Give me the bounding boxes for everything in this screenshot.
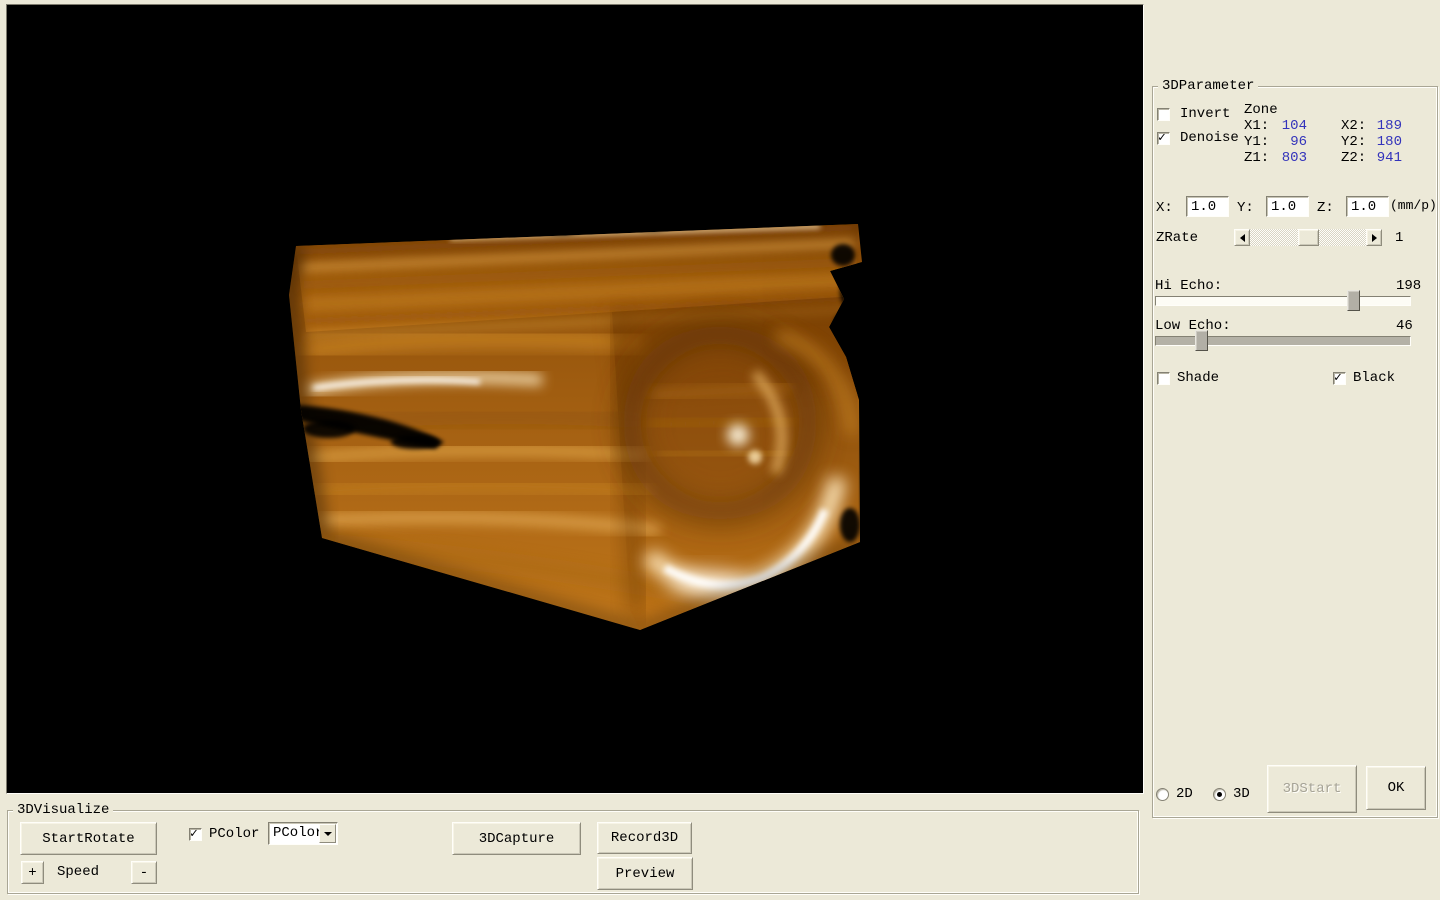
shade-checkbox[interactable] (1157, 372, 1170, 385)
low-echo-track[interactable] (1155, 336, 1411, 346)
ultrasound-volume-render (7, 5, 1143, 793)
zone-x1-label: X1: (1244, 118, 1269, 134)
low-echo-slider[interactable] (1155, 330, 1411, 352)
pcolor-dropdown[interactable]: PColor (268, 822, 338, 845)
zrate-value: 1 (1395, 230, 1403, 246)
mode-3d-radio[interactable] (1213, 788, 1226, 801)
parameter-group-title: 3DParameter (1158, 78, 1258, 94)
zone-z2-label: Z2: (1341, 150, 1366, 166)
zone-z1-value: 803 (1275, 150, 1307, 166)
pcolor-dropdown-arrow-icon[interactable] (319, 824, 336, 843)
preview-button[interactable]: Preview (597, 857, 693, 890)
denoise-label: Denoise (1180, 130, 1239, 146)
pcolor-dropdown-value: PColor (273, 825, 323, 841)
pcolor-checkbox[interactable] (189, 828, 202, 841)
hi-echo-slider[interactable] (1155, 290, 1411, 312)
y-scale-input[interactable] (1266, 196, 1309, 217)
start-rotate-button[interactable]: StartRotate (20, 822, 157, 855)
zrate-scrollbar[interactable] (1234, 229, 1382, 246)
pcolor-label: PColor (209, 826, 259, 842)
zone-x1-value: 104 (1275, 118, 1307, 134)
denoise-checkbox[interactable] (1157, 132, 1170, 145)
shade-label: Shade (1177, 370, 1219, 386)
mode-3d-label: 3D (1233, 786, 1250, 802)
black-label: Black (1353, 370, 1395, 386)
invert-checkbox[interactable] (1157, 108, 1170, 121)
low-echo-thumb[interactable] (1195, 330, 1208, 351)
zrate-thumb[interactable] (1298, 229, 1319, 246)
capture-3d-button[interactable]: 3DCapture (452, 822, 581, 855)
render-viewport[interactable] (6, 4, 1144, 794)
mode-2d-label: 2D (1176, 786, 1193, 802)
x-scale-input[interactable] (1186, 196, 1229, 217)
record-3d-button[interactable]: Record3D (597, 822, 692, 854)
zrate-left-arrow-button[interactable] (1234, 229, 1250, 246)
app-window: 3DParameter Invert Denoise Zone X1: 104 … (0, 0, 1440, 900)
ok-button[interactable]: OK (1366, 766, 1426, 810)
x-scale-label: X: (1156, 200, 1173, 216)
mode-2d-radio[interactable] (1156, 788, 1169, 801)
y-scale-label: Y: (1237, 200, 1254, 216)
zrate-right-arrow-button[interactable] (1366, 229, 1382, 246)
zone-y2-label: Y2: (1341, 134, 1366, 150)
zone-z2-value: 941 (1370, 150, 1402, 166)
zone-x2-label: X2: (1341, 118, 1366, 134)
z-scale-input[interactable] (1346, 196, 1389, 217)
hi-echo-track[interactable] (1155, 296, 1411, 306)
zone-z1-label: Z1: (1244, 150, 1269, 166)
scale-unit-label: (mm/p) (1390, 198, 1437, 214)
speed-plus-button[interactable]: + (21, 861, 44, 884)
speed-label: Speed (57, 864, 99, 880)
zone-x2-value: 189 (1370, 118, 1402, 134)
zone-title: Zone (1244, 102, 1278, 118)
zone-y1-value: 96 (1275, 134, 1307, 150)
speed-minus-button[interactable]: - (131, 861, 157, 884)
zone-y2-value: 180 (1370, 134, 1402, 150)
zrate-label: ZRate (1156, 230, 1198, 246)
start-3d-button[interactable]: 3DStart (1267, 765, 1357, 813)
hi-echo-thumb[interactable] (1347, 290, 1360, 311)
black-checkbox[interactable] (1333, 372, 1346, 385)
invert-label: Invert (1180, 106, 1230, 122)
z-scale-label: Z: (1317, 200, 1334, 216)
visualize-group-title: 3DVisualize (13, 802, 113, 818)
zone-y1-label: Y1: (1244, 134, 1269, 150)
